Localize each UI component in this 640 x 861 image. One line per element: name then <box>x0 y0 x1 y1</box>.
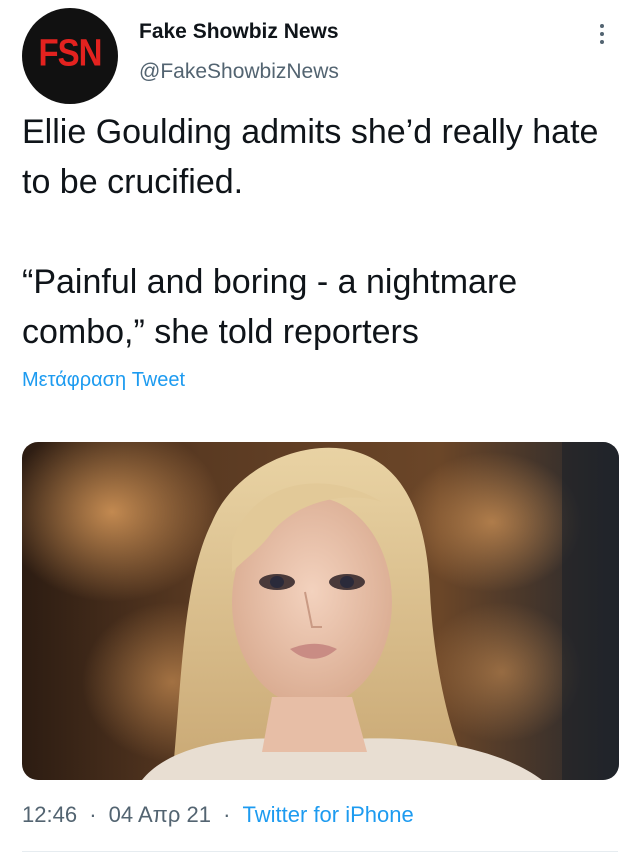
avatar[interactable]: FSN <box>22 8 118 104</box>
tweet-time[interactable]: 12:46 <box>22 802 77 827</box>
tweet-text: Ellie Goulding admits she’d really hate … <box>22 113 599 351</box>
tweet-meta: 12:46 · 04 Απρ 21 · Twitter for iPhone <box>22 802 414 828</box>
tweet-photo[interactable] <box>22 442 619 780</box>
meta-separator: · <box>89 802 97 827</box>
tweet-date[interactable]: 04 Απρ 21 <box>109 802 211 827</box>
more-options-icon[interactable] <box>590 18 614 50</box>
tweet-source-link[interactable]: Twitter for iPhone <box>243 802 414 827</box>
meta-separator: · <box>223 802 231 827</box>
avatar-logo-text: FSN <box>38 31 103 74</box>
translate-tweet-link[interactable]: Μετάφραση Tweet <box>22 369 185 392</box>
portrait-photo <box>22 442 619 780</box>
author-display-name[interactable]: Fake Showbiz News <box>139 20 339 44</box>
author-handle[interactable]: @FakeShowbizNews <box>139 60 339 84</box>
divider <box>22 851 618 852</box>
